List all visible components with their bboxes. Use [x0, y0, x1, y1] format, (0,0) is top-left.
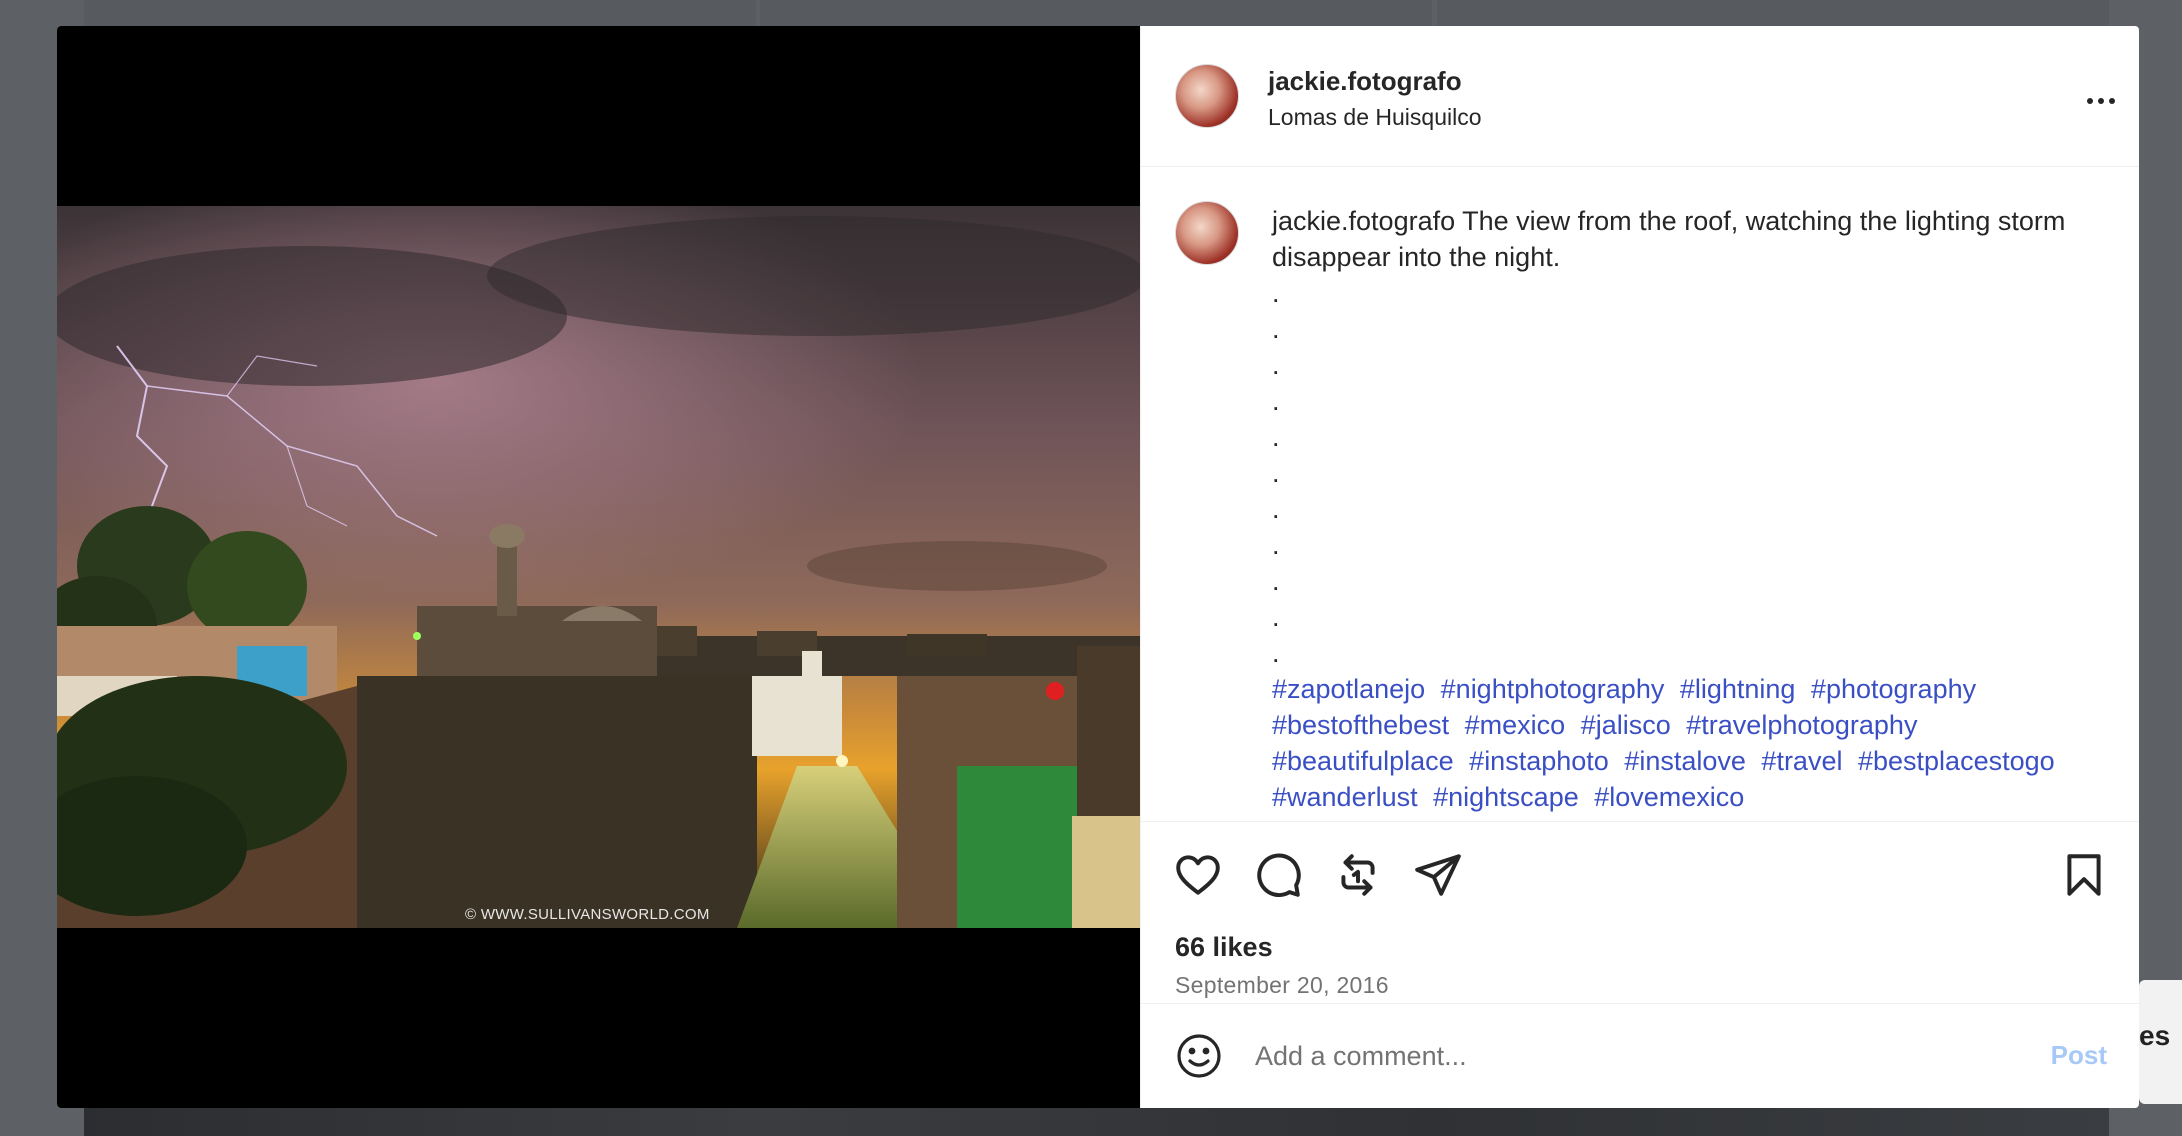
hashtag-link[interactable]: #lightning: [1680, 674, 1796, 704]
caption: jackie.fotografo The view from the roof,…: [1272, 203, 2092, 815]
post-photo[interactable]: [57, 206, 1140, 928]
caption-hashtags: #zapotlanejo #nightphotography #lightnin…: [1272, 671, 2092, 815]
hashtag-link[interactable]: #nightphotography: [1441, 674, 1665, 704]
hashtag-link[interactable]: #bestofthebest: [1272, 710, 1449, 740]
caption-dots: ...........: [1272, 275, 2092, 671]
like-count[interactable]: 66 likes: [1175, 932, 1273, 963]
paper-plane-icon[interactable]: [1413, 850, 1463, 900]
more-dot: [2109, 98, 2115, 104]
caption-area: jackie.fotografo The view from the roof,…: [1141, 167, 2139, 821]
caption-dot-line: .: [1272, 350, 1280, 380]
background-side-card: es: [2139, 980, 2182, 1104]
hashtag-link[interactable]: #lovemexico: [1594, 782, 1744, 812]
caption-dot-line: .: [1272, 638, 1280, 668]
post-media: © WWW.SULLIVANSWORLD.COM: [57, 26, 1140, 1108]
caption-dot-line: .: [1272, 458, 1280, 488]
hashtag-link[interactable]: #zapotlanejo: [1272, 674, 1425, 704]
caption-dot-line: .: [1272, 602, 1280, 632]
post-details-panel: jackie.fotografo Lomas de Huisquilco jac…: [1140, 26, 2139, 1108]
hashtag-link[interactable]: #travel: [1761, 746, 1842, 776]
caption-dot-line: .: [1272, 530, 1280, 560]
comment-input[interactable]: [1255, 1034, 1955, 1078]
post-date[interactable]: September 20, 2016: [1175, 972, 1389, 999]
comment-bar: Post: [1141, 1003, 2139, 1107]
hashtag-link[interactable]: #nightscape: [1433, 782, 1579, 812]
hashtag-link[interactable]: #photography: [1811, 674, 1976, 704]
action-icons: [1173, 850, 1463, 900]
repost-icon[interactable]: [1333, 850, 1383, 900]
post-comment-button[interactable]: Post: [2051, 1040, 2107, 1071]
caption-dot-line: .: [1272, 314, 1280, 344]
post-modal: © WWW.SULLIVANSWORLD.COM jackie.fotograf…: [57, 26, 2139, 1108]
post-actions: 66 likes September 20, 2016 Post: [1141, 821, 2139, 1107]
post-location[interactable]: Lomas de Huisquilco: [1268, 104, 1482, 131]
background-side-text: es: [2139, 1020, 2171, 1051]
hashtag-link[interactable]: #instaphoto: [1469, 746, 1609, 776]
caption-dot-line: .: [1272, 422, 1280, 452]
background-tile-strip: [84, 1108, 2109, 1136]
hashtag-link[interactable]: #wanderlust: [1272, 782, 1418, 812]
more-dot: [2098, 98, 2104, 104]
caption-dot-line: .: [1272, 278, 1280, 308]
hashtag-link[interactable]: #bestplacestogo: [1858, 746, 2055, 776]
caption-username[interactable]: jackie.fotografo: [1272, 206, 1455, 236]
caption-avatar[interactable]: [1175, 201, 1239, 265]
more-dot: [2087, 98, 2093, 104]
post-username[interactable]: jackie.fotografo: [1268, 66, 1462, 97]
heart-icon[interactable]: [1173, 850, 1223, 900]
hashtag-link[interactable]: #jalisco: [1581, 710, 1671, 740]
more-options-icon[interactable]: [2087, 98, 2115, 104]
caption-dot-line: .: [1272, 566, 1280, 596]
comment-bubble-icon[interactable]: [1253, 850, 1303, 900]
hashtag-link[interactable]: #mexico: [1465, 710, 1566, 740]
hashtag-link[interactable]: #instalove: [1624, 746, 1746, 776]
bookmark-icon[interactable]: [2059, 850, 2109, 900]
storm-photo-image: [57, 206, 1140, 928]
photo-watermark: © WWW.SULLIVANSWORLD.COM: [465, 906, 710, 923]
post-header: jackie.fotografo Lomas de Huisquilco: [1141, 26, 2139, 167]
avatar[interactable]: [1175, 64, 1239, 128]
caption-dot-line: .: [1272, 386, 1280, 416]
hashtag-link[interactable]: #travelphotography: [1686, 710, 1917, 740]
emoji-icon[interactable]: [1175, 1032, 1223, 1080]
hashtag-link[interactable]: #beautifulplace: [1272, 746, 1454, 776]
caption-dot-line: .: [1272, 494, 1280, 524]
